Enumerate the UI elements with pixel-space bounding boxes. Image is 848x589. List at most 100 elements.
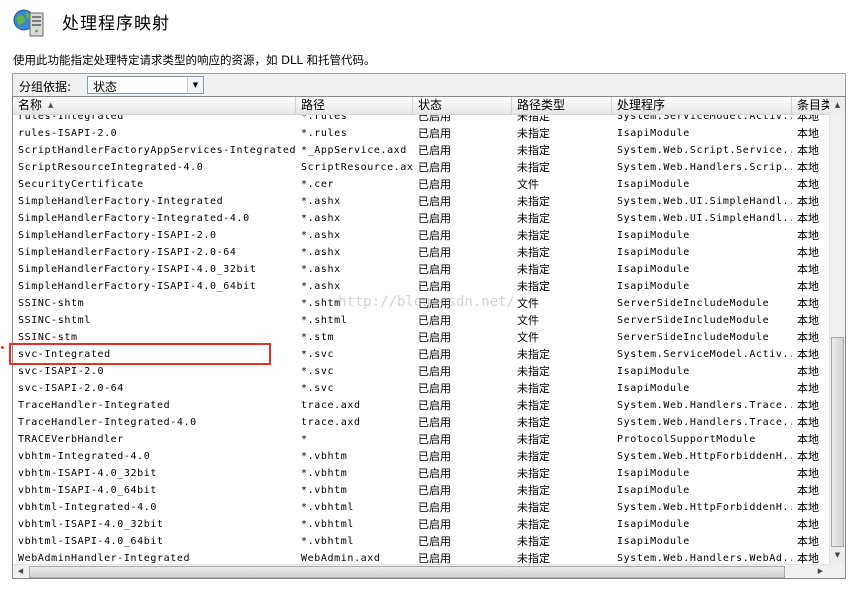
cell-state: 已启用 — [418, 450, 451, 463]
cell-entry-type: 本地 — [797, 399, 819, 412]
cell-state: 已启用 — [418, 518, 451, 531]
table-row[interactable]: SSINC-shtml *.shtml 已启用 文件 ServerSideInclude… — [13, 312, 829, 329]
table-row[interactable]: vbhtm-ISAPI-4.0_32bit *.vbhtm 已启用 未指定 IsapiM… — [13, 465, 829, 482]
cell-state: 已启用 — [418, 535, 451, 548]
cell-entry-type: 本地 — [797, 178, 819, 191]
table-row[interactable]: vbhtm-Integrated-4.0 *.vbhtm 已启用 未指定 System.… — [13, 448, 829, 465]
table-row[interactable]: ScriptResourceIntegrated-4.0 ScriptResour… — [13, 159, 829, 176]
table-row[interactable]: SecurityCertificate *.cer 已启用 文件 IsapiModule… — [13, 176, 829, 193]
table-row[interactable]: vbhtml-Integrated-4.0 *.vbhtml 已启用 未指定 Syste… — [13, 499, 829, 516]
table-row[interactable]: SimpleHandlerFactory-Integrated *.ashx 已启用… — [13, 193, 829, 210]
cell-path: *.ashx — [301, 213, 341, 224]
annotation-dot — [1, 346, 4, 349]
scroll-up-icon[interactable]: ▲ — [830, 97, 845, 113]
table-row[interactable]: SimpleHandlerFactory-ISAPI-2.0 *.ashx 已启用 未… — [13, 227, 829, 244]
cell-name: TraceHandler-Integrated-4.0 — [18, 417, 197, 428]
cell-path: *.ashx — [301, 247, 341, 258]
cell-name: SimpleHandlerFactory-ISAPI-4.0_64bit — [18, 281, 257, 292]
cell-handler: System.Web.UI.SimpleHandl... — [617, 196, 792, 207]
cell-state: 已启用 — [418, 348, 451, 361]
cell-handler: System.Web.Handlers.Trace... — [617, 417, 792, 428]
cell-name: SecurityCertificate — [18, 179, 144, 190]
table-row[interactable]: ScriptHandlerFactoryAppServices-Integrat… — [13, 142, 829, 159]
horizontal-scrollbar[interactable]: ◀ ▶ — [13, 564, 829, 578]
column-header-label: 名称 — [18, 98, 43, 112]
horizontal-scroll-thumb[interactable] — [29, 566, 785, 578]
cell-path: trace.axd — [301, 400, 361, 411]
cell-state: 已启用 — [418, 382, 451, 395]
table-row[interactable]: SSINC-shtm *.shtm 已启用 文件 ServerSideIncludeMo… — [13, 295, 829, 312]
cell-path: *.ashx — [301, 264, 341, 275]
cell-path: *.rules — [301, 115, 348, 122]
scroll-down-icon[interactable]: ▼ — [830, 547, 845, 563]
table-row[interactable]: svc-ISAPI-2.0-64 *.svc 已启用 未指定 IsapiModule 本地 — [13, 380, 829, 397]
table-row[interactable]: TraceHandler-Integrated trace.axd 已启用 未指定 Sy… — [13, 397, 829, 414]
cell-state: 已启用 — [418, 416, 451, 429]
cell-path: *.shtml — [301, 315, 348, 326]
table-row[interactable]: vbhtm-ISAPI-4.0_64bit *.vbhtm 已启用 未指定 IsapiM… — [13, 482, 829, 499]
cell-path-type: 未指定 — [517, 263, 550, 276]
cell-state: 已启用 — [418, 178, 451, 191]
vertical-scrollbar[interactable]: ▲ ▼ — [829, 97, 845, 564]
handler-mappings-list[interactable]: 名称 ▲ 路径 状态 路径类型 处理程序 条目类 rules-Integrated… — [12, 96, 846, 579]
cell-path-type: 文件 — [517, 331, 539, 344]
column-header-path-type[interactable]: 路径类型 — [512, 97, 612, 114]
scroll-left-icon[interactable]: ◀ — [13, 565, 28, 578]
scroll-right-icon[interactable]: ▶ — [813, 565, 828, 578]
cell-path-type: 未指定 — [517, 246, 550, 259]
cell-path-type: 文件 — [517, 178, 539, 191]
column-header-state[interactable]: 状态 — [413, 97, 512, 114]
table-row[interactable]: rules-ISAPI-2.0 *.rules 已启用 未指定 IsapiModule 本… — [13, 125, 829, 142]
cell-path: *_AppService.axd — [301, 145, 407, 156]
cell-handler: IsapiModule — [617, 485, 690, 496]
table-row[interactable]: SimpleHandlerFactory-ISAPI-2.0-64 *.ashx 已… — [13, 244, 829, 261]
table-row[interactable]: svc-Integrated *.svc 已启用 未指定 System.ServiceM… — [13, 346, 829, 363]
table-row[interactable]: vbhtml-ISAPI-4.0_32bit *.vbhtml 已启用 未指定 Isap… — [13, 516, 829, 533]
column-header-path[interactable]: 路径 — [296, 97, 413, 114]
table-row[interactable]: vbhtml-ISAPI-4.0_64bit *.vbhtml 已启用 未指定 Isap… — [13, 533, 829, 550]
chevron-down-icon[interactable]: ▼ — [187, 77, 203, 93]
table-row[interactable]: SimpleHandlerFactory-ISAPI-4.0_64bit *.as… — [13, 278, 829, 295]
group-by-select[interactable]: 状态 ▼ — [87, 76, 204, 94]
column-header-row: 名称 ▲ 路径 状态 路径类型 处理程序 条目类 — [13, 97, 829, 115]
table-row[interactable]: SimpleHandlerFactory-ISAPI-4.0_32bit *.as… — [13, 261, 829, 278]
cell-path-type: 未指定 — [517, 127, 550, 140]
cell-entry-type: 本地 — [797, 280, 819, 293]
cell-state: 已启用 — [418, 161, 451, 174]
column-header-entry-type[interactable]: 条目类 — [792, 97, 829, 114]
cell-path-type: 文件 — [517, 297, 539, 310]
cell-handler: IsapiModule — [617, 281, 690, 292]
table-row[interactable]: rules-Integrated *.rules 已启用 未指定 System.Serv… — [13, 115, 829, 125]
cell-entry-type: 本地 — [797, 263, 819, 276]
cell-path: ScriptResource.axd — [301, 162, 413, 173]
table-row[interactable]: SimpleHandlerFactory-Integrated-4.0 *.ash… — [13, 210, 829, 227]
cell-state: 已启用 — [418, 467, 451, 480]
cell-path: *.ashx — [301, 196, 341, 207]
cell-entry-type: 本地 — [797, 144, 819, 157]
cell-handler: IsapiModule — [617, 519, 690, 530]
cell-entry-type: 本地 — [797, 229, 819, 242]
cell-handler: IsapiModule — [617, 230, 690, 241]
cell-path-type: 未指定 — [517, 195, 550, 208]
table-row[interactable]: svc-ISAPI-2.0 *.svc 已启用 未指定 IsapiModule 本地 — [13, 363, 829, 380]
table-row[interactable]: TraceHandler-Integrated-4.0 trace.axd 已启用 未… — [13, 414, 829, 431]
cell-handler: IsapiModule — [617, 179, 690, 190]
cell-entry-type: 本地 — [797, 467, 819, 480]
cell-path-type: 未指定 — [517, 348, 550, 361]
cell-path-type: 未指定 — [517, 115, 550, 123]
cell-entry-type: 本地 — [797, 433, 819, 446]
cell-path: *.cer — [301, 179, 335, 190]
cell-state: 已启用 — [418, 144, 451, 157]
column-header-handler[interactable]: 处理程序 — [612, 97, 792, 114]
cell-path: *.vbhtm — [301, 485, 348, 496]
cell-entry-type: 本地 — [797, 115, 819, 123]
vertical-scroll-thumb[interactable] — [831, 337, 844, 547]
cell-path: *.vbhtml — [301, 519, 354, 530]
table-row[interactable]: SSINC-stm *.stm 已启用 文件 ServerSideIncludeModu… — [13, 329, 829, 346]
column-header-name[interactable]: 名称 ▲ — [13, 97, 296, 114]
cell-path-type: 未指定 — [517, 229, 550, 242]
table-row[interactable]: TRACEVerbHandler * 已启用 未指定 ProtocolSupportMo… — [13, 431, 829, 448]
table-row[interactable]: WebAdminHandler-Integrated WebAdmin.axd 已启… — [13, 550, 829, 564]
cell-entry-type: 本地 — [797, 382, 819, 395]
cell-state: 已启用 — [418, 297, 451, 310]
